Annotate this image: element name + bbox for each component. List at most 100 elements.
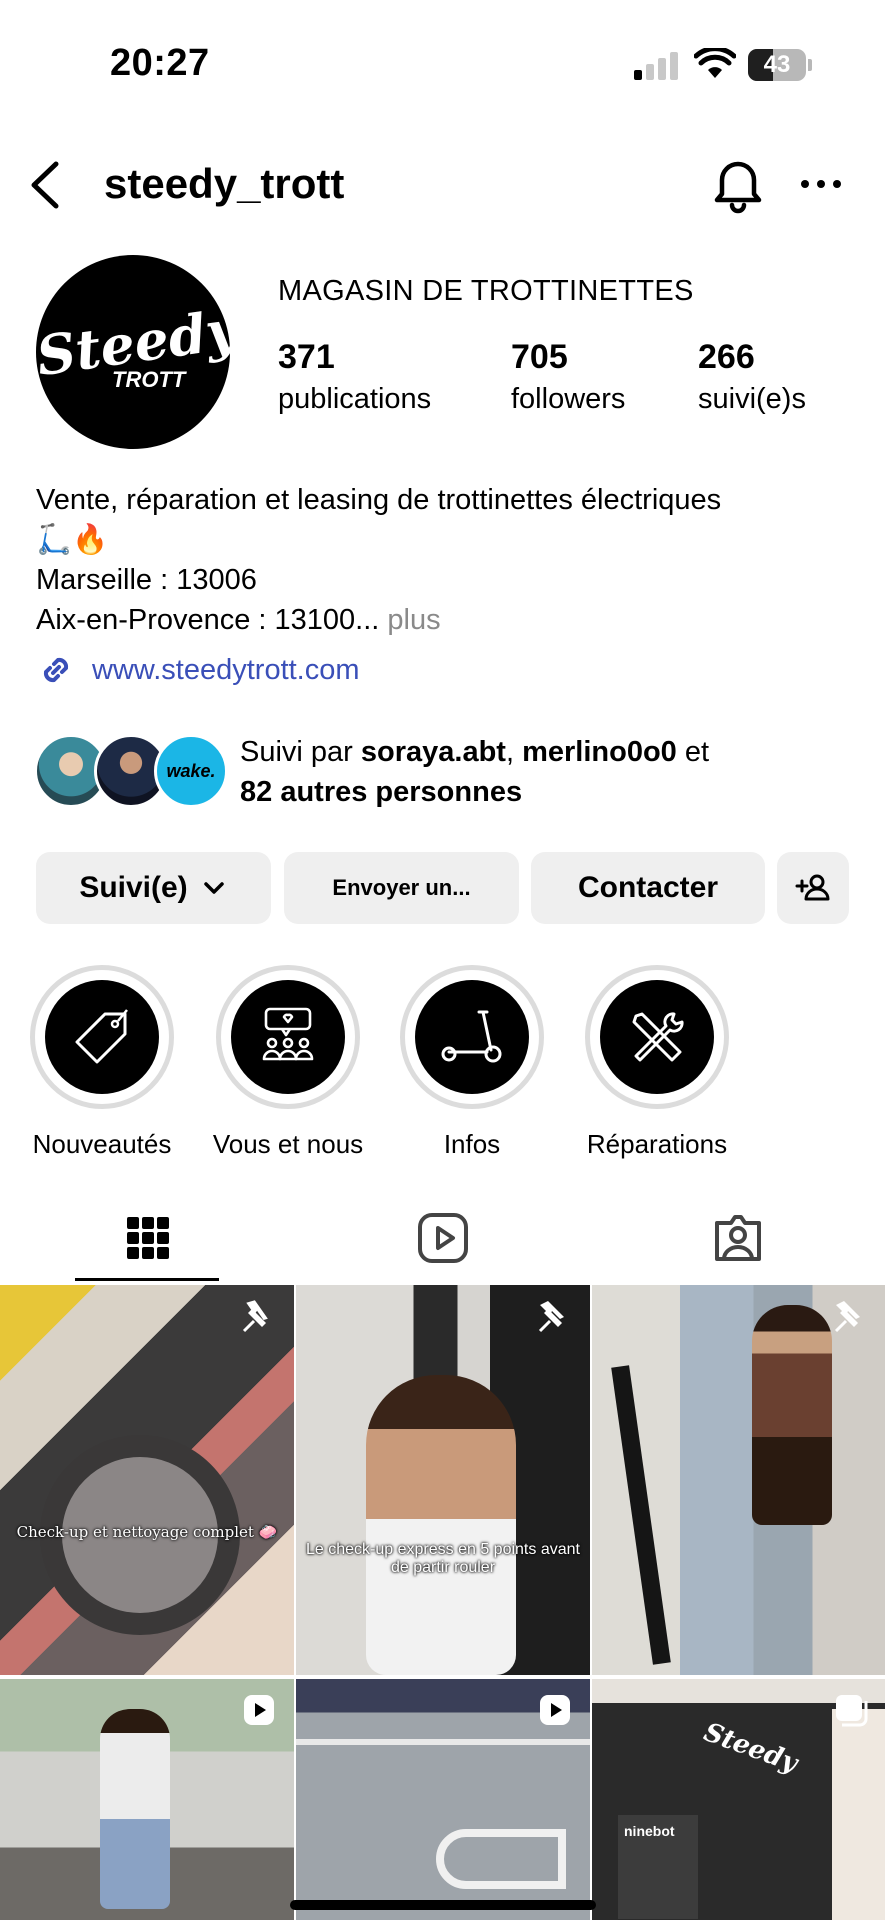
stat-label: suivi(e)s xyxy=(698,383,806,415)
stat-label: followers xyxy=(511,383,626,415)
battery-level: 43 xyxy=(763,51,791,78)
avatar: wake. xyxy=(154,734,228,808)
post-thumbnail[interactable]: Le check-up express en 5 points avant de… xyxy=(296,1285,590,1675)
followed-others: 82 autres personnes xyxy=(240,776,523,808)
road-line xyxy=(296,1739,590,1745)
message-button[interactable]: Envoyer un... xyxy=(284,852,519,924)
profile-bio: Vente, réparation et leasing de trottine… xyxy=(36,480,866,640)
building-facade xyxy=(832,1709,885,1920)
followed-user: soraya.abt xyxy=(360,736,506,768)
battery-icon: 43 xyxy=(748,49,806,81)
followed-conj: et xyxy=(684,736,710,768)
grid-icon xyxy=(126,1217,169,1259)
post-caption: Le check-up express en 5 points avant de… xyxy=(306,1541,580,1576)
bio-line: Vente, réparation et leasing de trottine… xyxy=(36,484,722,516)
profile-avatar[interactable]: Steedy TROTT xyxy=(32,255,241,449)
avatar-logo-subtext: TROTT xyxy=(112,367,186,392)
highlight-ring xyxy=(585,965,729,1109)
more-icon[interactable] xyxy=(796,166,846,202)
bell-icon[interactable] xyxy=(710,154,766,214)
tab-tagged[interactable] xyxy=(590,1192,885,1284)
highlight-nouveautes[interactable]: Nouveautés xyxy=(12,965,192,1160)
contact-button[interactable]: Contacter xyxy=(531,852,765,924)
tools-icon xyxy=(632,1012,684,1062)
posts-grid: Check-up et nettoyage complet 🧼 Le check… xyxy=(0,1285,885,1920)
suggest-users-button[interactable] xyxy=(777,852,849,924)
scooter-icon xyxy=(441,1010,502,1063)
following-button[interactable]: Suivi(e) xyxy=(36,852,271,924)
post-thumbnail[interactable]: Steedy ninebot xyxy=(592,1679,885,1920)
add-user-icon xyxy=(795,874,830,901)
battery-cap xyxy=(808,59,812,71)
contact-label: Contacter xyxy=(577,871,719,904)
storefront-sign: Steedy xyxy=(699,1717,802,1779)
bio-more-link[interactable]: plus xyxy=(387,604,440,636)
community-icon xyxy=(262,1007,314,1061)
post-image-person xyxy=(752,1305,832,1525)
back-icon[interactable] xyxy=(22,156,72,214)
stat-following[interactable]: 266 suivi(e)s xyxy=(698,338,806,416)
bio-emoji-line: 🛴🔥 xyxy=(36,524,109,556)
highlight-ring xyxy=(30,965,174,1109)
post-image-scooter xyxy=(611,1365,671,1665)
reels-icon xyxy=(417,1213,468,1263)
stat-value: 371 xyxy=(278,338,335,376)
tag-icon xyxy=(75,1009,128,1064)
highlight-ring xyxy=(216,965,360,1109)
avatar-brand-text: wake. xyxy=(166,760,216,781)
stat-followers[interactable]: 705 followers xyxy=(511,338,625,416)
mutual-followers-text[interactable]: Suivi par soraya.abt, merlino0o0 et 82 a… xyxy=(240,732,709,812)
profile-tabs xyxy=(0,1192,885,1284)
status-time: 20:27 xyxy=(110,42,210,84)
following-label: Suivi(e) xyxy=(79,871,188,904)
pin-icon xyxy=(538,1301,564,1333)
message-label: Envoyer un... xyxy=(332,875,471,900)
stat-value: 266 xyxy=(698,338,755,376)
profile-header: steedy_trott xyxy=(0,140,885,230)
status-bar: 20:27 43 xyxy=(0,0,885,130)
carousel-icon xyxy=(836,1695,868,1727)
chevron-down-icon xyxy=(203,882,224,894)
highlight-ring xyxy=(400,965,544,1109)
highlight-cover xyxy=(415,980,529,1094)
website-url[interactable]: www.steedytrott.com xyxy=(92,654,360,687)
reel-icon xyxy=(244,1695,274,1725)
stat-value: 705 xyxy=(511,338,568,376)
followed-user: merlino0o0 xyxy=(522,736,677,768)
highlight-cover xyxy=(45,980,159,1094)
highlight-cover xyxy=(600,980,714,1094)
highlight-label: Réparations xyxy=(586,1129,728,1159)
followed-separator: , xyxy=(505,736,515,768)
store-window: ninebot xyxy=(618,1815,698,1919)
followed-prefix: Suivi par xyxy=(240,736,353,768)
highlight-label: Nouveautés xyxy=(32,1129,172,1159)
post-image-person xyxy=(366,1375,516,1675)
highlight-reparations[interactable]: Réparations xyxy=(567,965,747,1160)
stat-publications[interactable]: 371 publications xyxy=(278,338,431,416)
reel-icon xyxy=(540,1695,570,1725)
active-tab-indicator xyxy=(75,1278,219,1281)
wifi-icon xyxy=(694,48,736,78)
post-thumbnail[interactable]: Check-up et nettoyage complet 🧼 xyxy=(0,1285,294,1675)
website-link[interactable]: www.steedytrott.com xyxy=(36,650,360,690)
bio-line: Marseille : 13006 xyxy=(36,564,257,596)
tab-reels[interactable] xyxy=(295,1192,590,1284)
highlight-infos[interactable]: Infos xyxy=(382,965,562,1160)
post-thumbnail[interactable] xyxy=(0,1679,294,1920)
highlight-vous-et-nous[interactable]: Vous et nous xyxy=(198,965,378,1160)
pin-icon xyxy=(834,1301,860,1333)
highlight-cover xyxy=(231,980,345,1094)
post-thumbnail[interactable] xyxy=(296,1679,590,1920)
highlight-label: Infos xyxy=(443,1129,501,1159)
mutual-followers-avatars[interactable]: wake. xyxy=(34,734,228,810)
road-marking xyxy=(436,1829,566,1889)
post-thumbnail[interactable] xyxy=(592,1285,885,1675)
stat-label: publications xyxy=(278,383,432,415)
bio-line: Aix-en-Provence : 13100... plus xyxy=(36,600,866,640)
tab-posts[interactable] xyxy=(0,1192,295,1284)
store-window-text: ninebot xyxy=(624,1823,675,1839)
post-image-person xyxy=(100,1709,170,1909)
post-caption: Check-up et nettoyage complet 🧼 xyxy=(16,1523,278,1541)
highlight-label: Vous et nous xyxy=(212,1129,364,1159)
pin-icon xyxy=(242,1300,268,1333)
